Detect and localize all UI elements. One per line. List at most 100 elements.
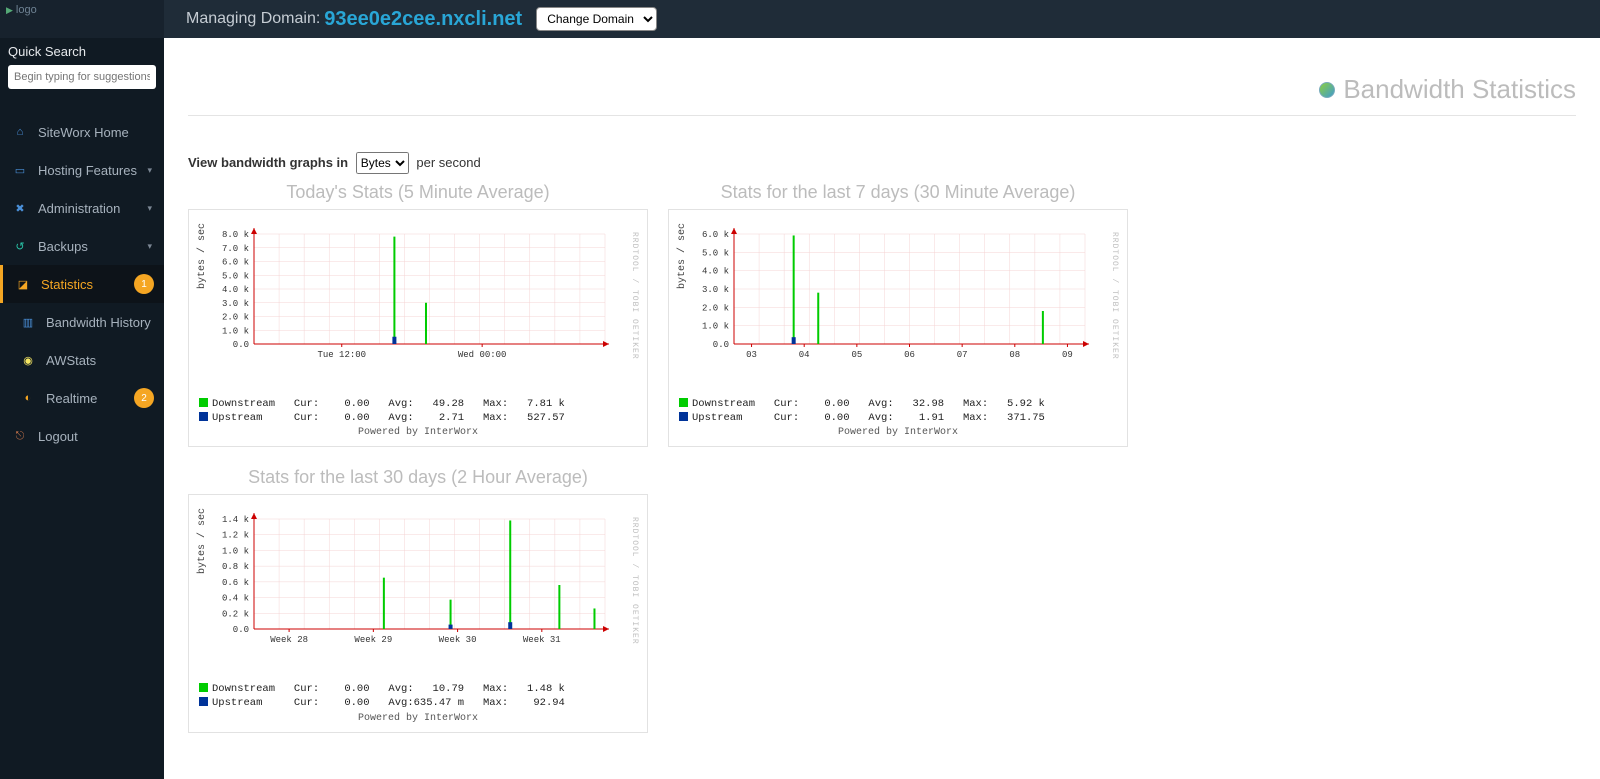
sidebar-item-label: Backups [38, 239, 88, 254]
sidebar-item-hosting-features[interactable]: ▭Hosting Features▾ [0, 151, 164, 189]
chart-rrdtool-label: RRDTOOL / TOBI OETIKER [630, 232, 639, 360]
chart-svg: 0.0 0.2 k 0.4 k 0.6 k 0.8 k 1.0 k 1.2 k 1.4 k We… [199, 509, 619, 647]
aw-icon: ◉ [20, 352, 36, 368]
sidebar-item-label: Bandwidth History [46, 315, 151, 330]
graph-label-post: per second [416, 155, 480, 170]
svg-text:1.0 k: 1.0 k [702, 322, 729, 332]
chart-frame: bytes / secRRDTOOL / TOBI OETIKER0.01.0 … [668, 209, 1128, 447]
svg-text:Week 30: Week 30 [439, 635, 477, 645]
svg-text:1.0 k: 1.0 k [222, 547, 249, 557]
svg-text:1.2 k: 1.2 k [222, 531, 249, 541]
lo-icon: ⎋ [12, 428, 28, 444]
svg-text:06: 06 [904, 350, 915, 360]
graph-label-pre: View bandwidth graphs in [188, 155, 348, 170]
sidebar-item-backups[interactable]: ↺ Backups ▾ [0, 227, 164, 265]
svg-text:Week 31: Week 31 [523, 635, 561, 645]
svg-text:0.2 k: 0.2 k [222, 610, 249, 620]
svg-text:8.0 k: 8.0 k [222, 230, 249, 240]
svg-text:08: 08 [1009, 350, 1020, 360]
sidebar-item-label: Administration [38, 201, 120, 216]
svg-text:0.0: 0.0 [233, 625, 249, 635]
quick-search-input[interactable] [8, 65, 156, 89]
chart-legend: Downstream Cur: 0.00 Avg: 49.28 Max: 7.8… [199, 398, 637, 425]
svg-text:05: 05 [851, 350, 862, 360]
svg-text:04: 04 [799, 350, 810, 360]
chart-frame: bytes / sec RRDTOOL / TOBI OETIKER 0.0 1.0 … [188, 209, 648, 447]
sidebar-item-siteworx-home[interactable]: ⌂ SiteWorx Home [0, 113, 164, 151]
svg-text:4.0 k: 4.0 k [222, 285, 249, 295]
page-title-row: Bandwidth Statistics [188, 74, 1576, 116]
nav-badge: 1 [134, 274, 154, 294]
main-content: Bandwidth Statistics View bandwidth grap… [164, 38, 1600, 779]
chart-svg: 0.0 1.0 k 2.0 k 3.0 k 4.0 k 5.0 k 6.0 k 7.0 k 8.… [199, 224, 619, 362]
chart-legend: Downstream Cur: 0.00 Avg: 32.98 Max: 5.9… [679, 398, 1117, 425]
sidebar-item-bandwidth-history[interactable]: ▥ Bandwidth History [0, 303, 164, 341]
chart-ylabel: bytes / sec [197, 508, 208, 574]
quick-search-title: Quick Search [8, 44, 156, 59]
svg-text:0.8 k: 0.8 k [222, 562, 249, 572]
svg-text:0.0: 0.0 [233, 340, 249, 350]
svg-text:0.4 k: 0.4 k [222, 594, 249, 604]
svg-text:Tue 12:00: Tue 12:00 [317, 350, 366, 360]
chart-powered: Powered by InterWorx [199, 427, 637, 438]
svg-text:5.0 k: 5.0 k [222, 271, 249, 281]
svg-text:1.4 k: 1.4 k [222, 515, 249, 525]
chart-title: Stats for the last 30 days (2 Hour Avera… [188, 467, 648, 488]
sidebar-item-label: Logout [38, 429, 78, 444]
sidebar-item-realtime[interactable]: ◐Realtime2 [0, 379, 164, 417]
sidebar-item-label: SiteWorx Home [38, 125, 129, 140]
page-title-text: Bandwidth Statistics [1343, 74, 1576, 105]
home-icon: ⌂ [12, 124, 28, 140]
svg-text:2.0 k: 2.0 k [222, 313, 249, 323]
chart-svg: 0.01.0 k2.0 k3.0 k4.0 k5.0 k6.0 k0304050… [679, 224, 1099, 362]
chart-powered: Powered by InterWorx [679, 427, 1117, 438]
chart-0: Today's Stats (5 Minute Average) bytes / … [188, 182, 648, 447]
sidebar-item-label: AWStats [46, 353, 96, 368]
chart-title: Stats for the last 7 days (30 Minute Ave… [668, 182, 1128, 203]
svg-text:4.0 k: 4.0 k [702, 267, 729, 277]
chart-1: Stats for the last 7 days (30 Minute Ave… [668, 182, 1128, 447]
sidebar: logo Quick Search ⌂SiteWorx Home▭Hosting… [0, 0, 164, 779]
nav-badge: 2 [134, 388, 154, 408]
chart-rrdtool-label: RRDTOOL / TOBI OETIKER [630, 517, 639, 645]
svg-text:09: 09 [1062, 350, 1073, 360]
chart-ylabel: bytes / sec [197, 223, 208, 289]
svg-text:3.0 k: 3.0 k [222, 299, 249, 309]
svg-text:6.0 k: 6.0 k [702, 230, 729, 240]
svg-text:03: 03 [746, 350, 757, 360]
svg-text:Wed 00:00: Wed 00:00 [458, 350, 507, 360]
chart-title: Today's Stats (5 Minute Average) [188, 182, 648, 203]
bandwidth-icon [1319, 82, 1335, 98]
chart-rrdtool-label: RRDTOOL / TOBI OETIKER [1110, 232, 1119, 360]
chart-powered: Powered by InterWorx [199, 713, 637, 724]
svg-text:3.0 k: 3.0 k [702, 285, 729, 295]
sidebar-item-label: Statistics [41, 277, 93, 292]
svg-text:07: 07 [957, 350, 968, 360]
svg-text:Week 29: Week 29 [354, 635, 392, 645]
sidebar-item-awstats[interactable]: ◉ AWStats [0, 341, 164, 379]
svg-text:1.0 k: 1.0 k [222, 326, 249, 336]
svg-text:0.0: 0.0 [713, 340, 729, 350]
nav: ⌂ SiteWorx Home ▭ Hosting Features ▾ ✖ Adminis… [0, 113, 164, 455]
svg-text:6.0 k: 6.0 k [222, 258, 249, 268]
chart-legend: Downstream Cur: 0.00 Avg: 10.79 Max: 1.4… [199, 683, 637, 710]
stat-icon: ◪ [15, 276, 31, 292]
back-icon: ↺ [12, 238, 28, 254]
change-domain-select[interactable]: Change Domain [536, 7, 657, 31]
charts-grid: Today's Stats (5 Minute Average) bytes / … [188, 182, 1576, 733]
admin-icon: ✖ [12, 200, 28, 216]
graph-unit-row: View bandwidth graphs in Bytes per secon… [188, 152, 1576, 174]
host-icon: ▭ [12, 162, 28, 178]
topbar: Managing Domain: 93ee0e2cee.nxcli.net Ch… [0, 0, 1600, 38]
sidebar-item-statistics[interactable]: ◪ Statistics 1 [0, 265, 164, 303]
sidebar-item-logout[interactable]: ⎋ Logout [0, 417, 164, 455]
chevron-down-icon: ▾ [147, 241, 152, 252]
sidebar-item-administration[interactable]: ✖Administration▾ [0, 189, 164, 227]
sidebar-item-label: Hosting Features [38, 163, 137, 178]
svg-text:7.0 k: 7.0 k [222, 244, 249, 254]
graph-unit-select[interactable]: Bytes [356, 152, 409, 174]
chart-2: Stats for the last 30 days (2 Hour Avera… [188, 467, 648, 732]
svg-text:0.6 k: 0.6 k [222, 578, 249, 588]
bw-icon: ▥ [20, 314, 36, 330]
managing-domain-label: Managing Domain: [186, 10, 320, 28]
